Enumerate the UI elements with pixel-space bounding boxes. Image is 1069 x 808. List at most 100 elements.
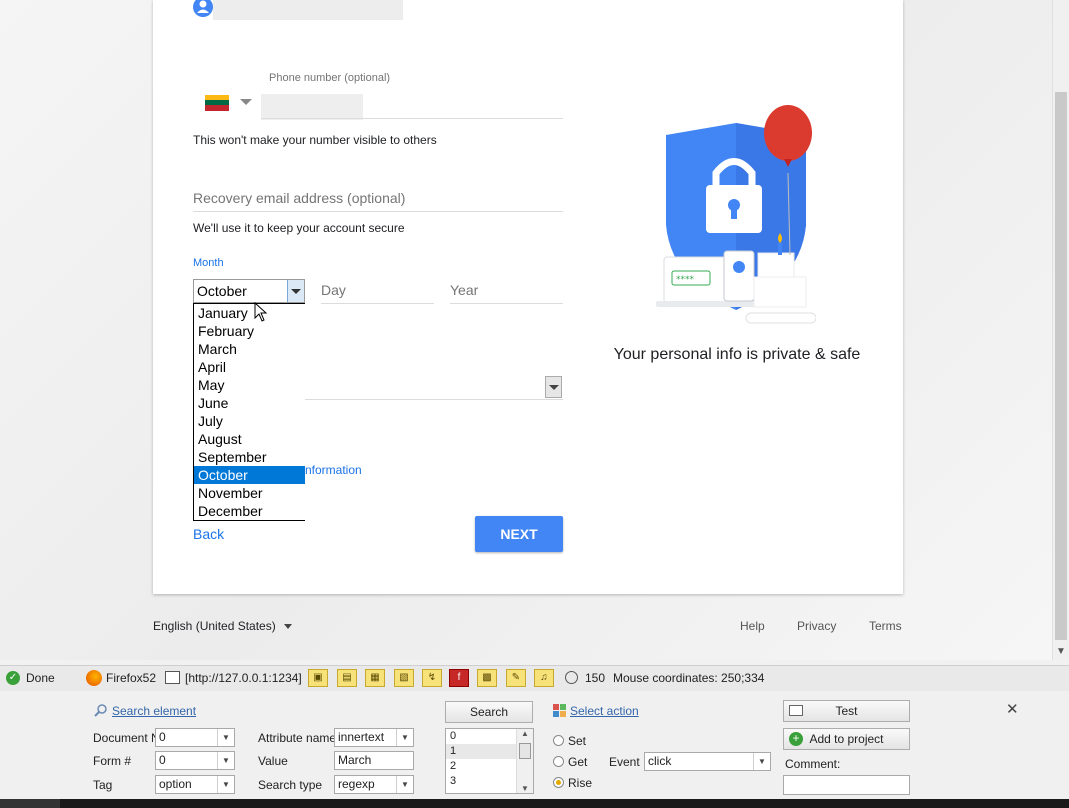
event-combo[interactable]: click ▼ bbox=[644, 752, 771, 771]
toolbar-marker-icon[interactable]: ✎ bbox=[506, 669, 526, 687]
search-button[interactable]: Search bbox=[445, 701, 533, 723]
recovery-email-input[interactable]: Recovery email address (optional) bbox=[193, 190, 405, 206]
document-value: 0 bbox=[159, 730, 166, 744]
event-value: click bbox=[648, 754, 672, 768]
language-dropdown-icon[interactable] bbox=[284, 624, 292, 629]
form-value: 0 bbox=[159, 753, 166, 767]
magnifier-icon bbox=[94, 704, 107, 717]
add-to-project-button[interactable]: + Add to project bbox=[783, 728, 910, 750]
attribute-dropdown-icon[interactable]: ▼ bbox=[396, 729, 413, 746]
year-input[interactable]: Year bbox=[450, 282, 478, 298]
radio-get-label: Get bbox=[568, 755, 588, 769]
gender-dropdown-arrow-icon[interactable] bbox=[545, 376, 562, 398]
toolbar-lightning-icon[interactable]: ↯ bbox=[422, 669, 442, 687]
taskbar-start[interactable] bbox=[0, 799, 60, 808]
comment-label: Comment: bbox=[785, 757, 841, 771]
radio-get[interactable] bbox=[553, 756, 564, 767]
phone-helper: This won't make your number visible to o… bbox=[193, 133, 437, 147]
attribute-name-label: Attribute name bbox=[258, 731, 337, 745]
event-dropdown-icon[interactable]: ▼ bbox=[753, 753, 770, 770]
month-option[interactable]: November bbox=[194, 484, 305, 502]
next-button[interactable]: NEXT bbox=[475, 516, 563, 552]
url-text: [http://127.0.0.1:1234] bbox=[185, 671, 302, 685]
language-select[interactable]: English (United States) bbox=[153, 619, 276, 633]
month-option[interactable]: December bbox=[194, 502, 305, 520]
month-option[interactable]: September bbox=[194, 448, 305, 466]
search-type-value: regexp bbox=[338, 777, 375, 791]
document-dropdown-icon[interactable]: ▼ bbox=[217, 729, 234, 746]
tag-dropdown-icon[interactable]: ▼ bbox=[217, 776, 234, 793]
toolbar-music-icon[interactable]: ♫ bbox=[534, 669, 554, 687]
month-select[interactable]: October bbox=[193, 279, 305, 303]
country-dropdown-icon[interactable] bbox=[240, 99, 252, 105]
month-option[interactable]: July bbox=[194, 412, 305, 430]
timer-value: 150 bbox=[585, 671, 606, 685]
why-info-link[interactable]: nformation bbox=[305, 463, 362, 477]
event-label: Event bbox=[609, 755, 640, 769]
month-dropdown-arrow-icon[interactable] bbox=[287, 280, 304, 302]
month-dropdown-list[interactable]: January February March April May June July Augu… bbox=[193, 303, 305, 521]
toolbar-table-icon[interactable]: ▧ bbox=[394, 669, 414, 687]
select-action-link[interactable]: Select action bbox=[570, 704, 639, 718]
back-link[interactable]: Back bbox=[193, 526, 224, 542]
radio-set[interactable] bbox=[553, 735, 564, 746]
mouse-cursor-icon bbox=[254, 301, 268, 322]
account-name-redacted bbox=[213, 0, 403, 20]
attribute-name-combo[interactable]: innertext ▼ bbox=[334, 728, 414, 747]
value-input[interactable]: March bbox=[334, 751, 414, 770]
toolbar-form-icon[interactable]: ▤ bbox=[337, 669, 357, 687]
comment-input[interactable] bbox=[783, 775, 910, 795]
toolbar-frame-icon[interactable]: ▦ bbox=[365, 669, 385, 687]
search-type-combo[interactable]: regexp ▼ bbox=[334, 775, 414, 794]
results-scroll-up-icon[interactable]: ▲ bbox=[517, 729, 533, 738]
attribute-name-value: innertext bbox=[338, 730, 385, 744]
results-list[interactable]: 0123 ▲ ▼ bbox=[445, 728, 534, 794]
footer-link-terms[interactable]: Terms bbox=[869, 619, 902, 633]
form-combo[interactable]: 0 ▼ bbox=[155, 751, 235, 770]
document-combo[interactable]: 0 ▼ bbox=[155, 728, 235, 747]
form-dropdown-icon[interactable]: ▼ bbox=[217, 752, 234, 769]
status-bar: ✓ Done Firefox52 [http://127.0.0.1:1234]… bbox=[0, 665, 1069, 692]
browser-name: Firefox52 bbox=[106, 671, 157, 685]
month-option[interactable]: January bbox=[194, 304, 305, 322]
tag-combo[interactable]: option ▼ bbox=[155, 775, 235, 794]
gender-underline bbox=[305, 399, 563, 400]
month-select-value: October bbox=[197, 283, 247, 299]
month-option[interactable]: March bbox=[194, 340, 305, 358]
toolbar-image-icon[interactable]: ▣ bbox=[308, 669, 328, 687]
test-window-icon bbox=[789, 705, 803, 716]
results-scroll-down-icon[interactable]: ▼ bbox=[517, 784, 533, 793]
lithuania-flag-icon[interactable] bbox=[205, 95, 229, 111]
taskbar bbox=[0, 799, 1069, 808]
month-option[interactable]: February bbox=[194, 322, 305, 340]
month-option[interactable]: August bbox=[194, 430, 305, 448]
month-label: Month bbox=[193, 257, 224, 269]
mouse-coordinates: Mouse coordinates: 250;334 bbox=[613, 671, 765, 685]
search-type-dropdown-icon[interactable]: ▼ bbox=[396, 776, 413, 793]
scrollbar-thumb[interactable] bbox=[1055, 92, 1067, 640]
value-label: Value bbox=[258, 754, 288, 768]
footer-link-privacy[interactable]: Privacy bbox=[797, 619, 836, 633]
month-option[interactable]: June bbox=[194, 394, 305, 412]
tag-value: option bbox=[159, 777, 192, 791]
results-scroll-thumb[interactable] bbox=[519, 743, 531, 759]
phone-input[interactable] bbox=[261, 94, 363, 120]
results-scrollbar[interactable]: ▲ ▼ bbox=[516, 729, 533, 793]
scroll-down-icon[interactable]: ▼ bbox=[1056, 646, 1066, 657]
close-panel-icon[interactable]: ✕ bbox=[1006, 700, 1019, 718]
add-plus-icon: + bbox=[789, 732, 803, 746]
toolbar-flash-icon[interactable]: f bbox=[449, 669, 469, 687]
month-option[interactable]: May bbox=[194, 376, 305, 394]
search-type-label: Search type bbox=[258, 778, 323, 792]
month-option[interactable]: October bbox=[194, 466, 305, 484]
day-input[interactable]: Day bbox=[321, 282, 346, 298]
phone-label: Phone number (optional) bbox=[269, 72, 391, 84]
radio-rise[interactable] bbox=[553, 777, 564, 788]
add-button-label: Add to project bbox=[809, 732, 884, 746]
vertical-scrollbar[interactable]: ▼ bbox=[1052, 0, 1069, 660]
month-option[interactable]: April bbox=[194, 358, 305, 376]
footer-link-help[interactable]: Help bbox=[740, 619, 765, 633]
test-button[interactable]: Test bbox=[783, 700, 910, 722]
search-element-link[interactable]: Search element bbox=[112, 704, 196, 718]
toolbar-screen-icon[interactable]: ▩ bbox=[477, 669, 497, 687]
